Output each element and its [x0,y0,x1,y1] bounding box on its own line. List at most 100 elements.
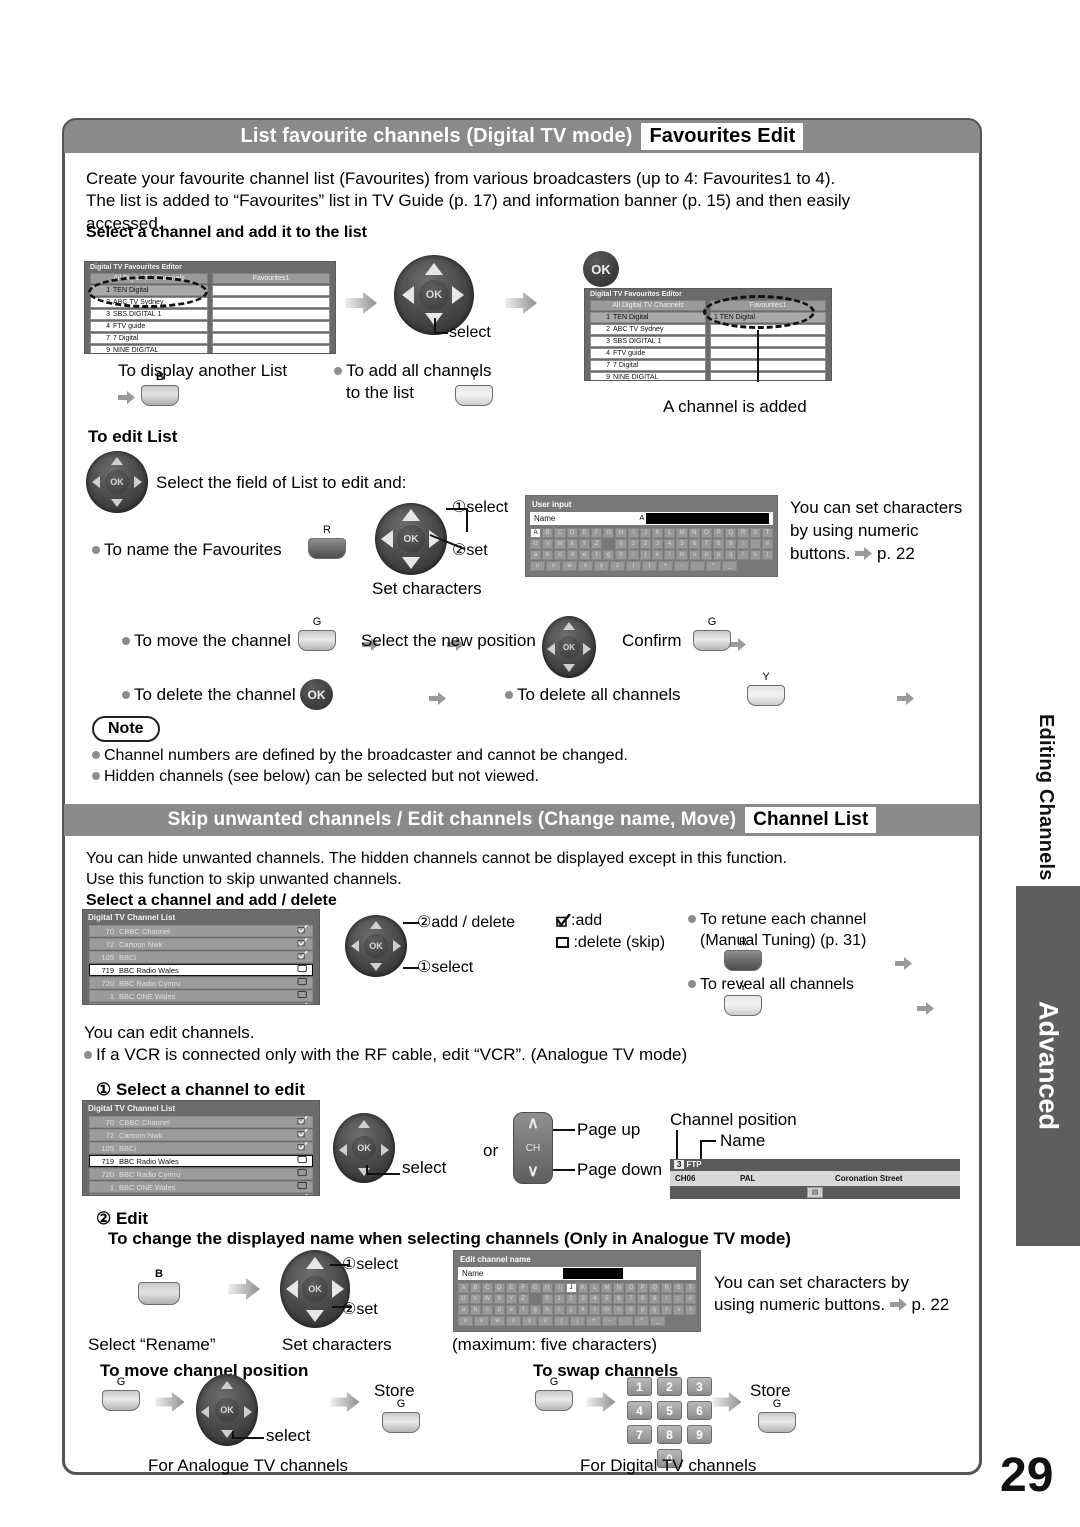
keyboard-key[interactable]: ( [626,561,641,571]
keyboard-key[interactable]: + [586,1316,601,1326]
keyboard-key[interactable]: z [538,1316,553,1326]
button-r-retune[interactable]: R [724,936,762,973]
osd-favourite-row[interactable] [710,336,826,347]
osd-favourite-row[interactable] [212,285,330,296]
keyboard-key[interactable]: 8 [637,1294,649,1304]
keyboard-key[interactable]: T [685,1283,697,1293]
channel-list-row[interactable]: 720 BBC Radio Cymru [89,977,313,989]
dpad7-left-icon[interactable] [286,1280,298,1298]
osd-favourite-row[interactable] [212,345,330,353]
keyboard-key[interactable]: S [749,528,761,538]
checkbox-empty-icon[interactable] [297,990,308,1002]
channel-list-row[interactable]: 70 CBBC Channel [89,924,313,937]
keyboard-key[interactable]: Q [649,1283,661,1293]
keyboard-key[interactable]: c [554,550,566,560]
keyboard-key[interactable]: q [725,550,737,560]
osd-channel-row[interactable]: 3 SBS DIGITAL 1 [90,309,208,320]
keyboard-key[interactable]: x [506,1316,521,1326]
keyboard-key[interactable]: 0 [541,1294,553,1304]
keypad-key-2[interactable]: 2 [657,1377,682,1396]
osd-channel-row[interactable]: 9 NINE DIGITAL [590,372,706,380]
keyboard-key[interactable]: P [713,528,725,538]
keyboard-key[interactable]: T [761,528,774,538]
keyboard-key[interactable]: 9 [725,539,737,549]
keyboard-key[interactable]: m [676,550,688,560]
dpad3-up-icon[interactable] [402,509,420,521]
keyboard-key[interactable]: K [577,1283,589,1293]
cursor-dpad-3[interactable]: OK [375,503,447,575]
keyboard-key[interactable]: f [591,550,603,560]
checkbox-checked-icon[interactable] [297,1128,308,1141]
keyboard-key[interactable]: l [589,1305,601,1315]
button-g-move-channel[interactable]: G [298,616,336,653]
dpad5-left-icon[interactable] [351,940,359,952]
keyboard-key[interactable]: 4 [664,539,676,549]
keyboard-key[interactable]: I [553,1283,565,1293]
dpad2-up-icon[interactable] [111,457,123,465]
keyboard-key[interactable]: R [661,1283,673,1293]
channel-list-row[interactable]: 719 BBC Radio Wales [89,964,313,976]
keypad-key-1[interactable]: 1 [627,1377,652,1396]
keyboard-key[interactable]: b [469,1305,481,1315]
keyboard-key[interactable]: H [541,1283,553,1293]
checkbox-checked-icon[interactable] [297,1115,308,1128]
user-input-keyboard[interactable]: A B C D E F G H I J K L M N O P Q R S T U V W X Y Z 0 1 2 3 4 5 6 7 8 9!: # a… [530,528,774,571]
keyboard-key[interactable]: J [639,528,652,538]
osd-favourite-row[interactable] [212,321,330,332]
button-y-reveal-all[interactable]: Y [724,981,762,1018]
checkbox-empty-icon[interactable] [297,977,308,989]
keyboard-key[interactable]: * [706,561,721,571]
keyboard-key[interactable]: A [530,528,542,538]
keyboard-key[interactable]: 1 [627,539,639,549]
keyboard-key[interactable]: Y [578,539,591,549]
keyboard-key[interactable]: O [700,528,713,538]
keyboard-key[interactable]: U [530,539,542,549]
osd-favourite-row[interactable] [710,360,826,371]
keypad-key-8[interactable]: 8 [657,1425,682,1444]
osd-channel-row[interactable]: 4 FTV guide [590,348,706,359]
button-g-swap[interactable]: G [535,1376,573,1413]
keyboard-key[interactable]: : [673,1294,685,1304]
page-down-chevron-icon[interactable]: ∨ [527,1164,539,1180]
keypad-key-9[interactable]: 9 [687,1425,712,1444]
keyboard-key[interactable]: L [664,528,676,538]
keyboard-key[interactable]: G [603,528,615,538]
osd-channel-row[interactable]: 3 SBS DIGITAL 1 [590,336,706,347]
keyboard-key[interactable]: . [690,561,705,571]
keyboard-key[interactable]: K [652,528,664,538]
dpad4-down-icon[interactable] [563,664,575,672]
button-r-name-favourites[interactable]: R [308,524,346,561]
keyboard-key[interactable]: 7 [625,1294,637,1304]
dpad3-down-icon[interactable] [402,557,420,569]
dpad4-up-icon[interactable] [563,622,575,630]
cursor-dpad-5[interactable]: OK [345,915,407,977]
checkbox-checked-icon[interactable] [297,1002,308,1004]
keyboard-key[interactable]: j [565,1305,577,1315]
keyboard-key[interactable]: x [578,561,593,571]
keyboard-key[interactable]: u [458,1316,473,1326]
button-g-confirm[interactable]: G [693,616,731,653]
button-y-delete-all[interactable]: Y [747,671,785,708]
keyboard-key[interactable]: e [578,550,591,560]
button-g-store-2[interactable]: G [758,1398,796,1435]
dpad4-left-icon[interactable] [547,643,555,655]
channel-list-row[interactable]: 7 BBC THREE [89,1193,313,1195]
keyboard-key[interactable]: H [615,528,627,538]
keyboard-key[interactable]: h [541,1305,553,1315]
keyboard-key[interactable]: W [554,539,566,549]
keyboard-key[interactable]: S [673,1283,685,1293]
keyboard-key[interactable]: - [602,1316,617,1326]
keyboard-key[interactable]: j [639,550,652,560]
keyboard-key[interactable]: 3 [577,1294,589,1304]
keyboard-key[interactable]: V [469,1294,481,1304]
dpad1-left-icon[interactable] [402,286,414,304]
keyboard-key[interactable]: 5 [601,1294,613,1304]
keyboard-key[interactable]: E [505,1283,517,1293]
keyboard-key[interactable]: W [481,1294,493,1304]
keyboard-key[interactable]: n [613,1305,625,1315]
dpad2-down-icon[interactable] [111,499,123,507]
osd-channel-row[interactable]: 2 ABC TV Sydney [590,324,706,335]
keyboard-key[interactable]: i [627,550,639,560]
keyboard-key[interactable]: V [542,539,554,549]
keyboard-key[interactable]: F [591,528,603,538]
